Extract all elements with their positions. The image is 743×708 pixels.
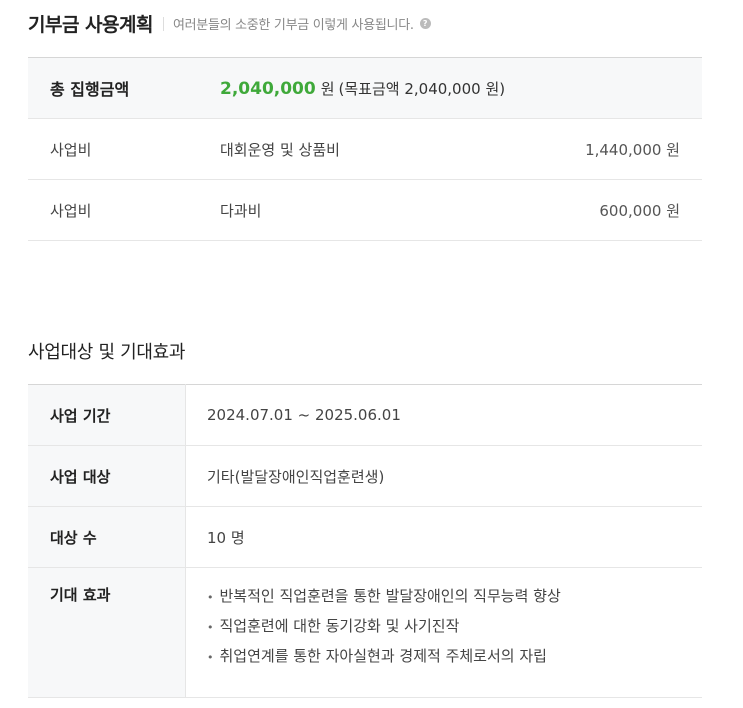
row-amount: 600,000 원 <box>464 179 702 241</box>
donation-plan-header: 기부금 사용계획 여러분들의 소중한 기부금 이렇게 사용됩니다. ? <box>28 10 431 37</box>
effect-label: 기대 효과 <box>28 567 186 698</box>
help-icon[interactable]: ? <box>419 18 431 29</box>
business-target-table: 사업 기간 2024.07.01 ~ 2025.06.01 사업 대상 기타(발… <box>28 384 702 698</box>
total-label: 총 집행금액 <box>28 57 220 119</box>
list-item: • 취업연계를 통한 자아실현과 경제적 주체로서의 자립 <box>207 642 702 672</box>
business-target-title: 사업대상 및 기대효과 <box>28 342 186 363</box>
donation-plan-title: 기부금 사용계획 <box>28 14 153 36</box>
row-amount: 1,440,000 원 <box>464 118 702 180</box>
total-value: 2,040,000 원 (목표금액 2,040,000 원) <box>220 57 702 119</box>
effect-text: 반복적인 직업훈련을 통한 발달장애인의 직무능력 향상 <box>219 587 561 605</box>
total-unit: 원 <box>320 79 335 98</box>
table-row: 기대 효과 • 반복적인 직업훈련을 통한 발달장애인의 직무능력 향상 • 직업훈… <box>28 567 702 698</box>
table-row: 대상 수 10 명 <box>28 506 702 568</box>
bullet-icon: • <box>207 621 214 634</box>
row-item: 대회운영 및 상품비 <box>220 118 465 180</box>
target-value: 기타(발달장애인직업훈련생) <box>185 445 702 507</box>
bullet-icon: • <box>207 591 214 604</box>
list-item: • 반복적인 직업훈련을 통한 발달장애인의 직무능력 향상 <box>207 582 702 612</box>
header-divider <box>162 16 164 31</box>
table-row: 사업비 대회운영 및 상품비 1,440,000 원 <box>28 118 702 180</box>
total-row: 총 집행금액 2,040,000 원 (목표금액 2,040,000 원) <box>28 57 702 119</box>
target-label: 사업 대상 <box>28 445 186 507</box>
list-item: • 직업훈련에 대한 동기강화 및 사기진작 <box>207 612 702 642</box>
effect-list: • 반복적인 직업훈련을 통한 발달장애인의 직무능력 향상 • 직업훈련에 대한 … <box>185 567 702 698</box>
period-value: 2024.07.01 ~ 2025.06.01 <box>185 384 702 446</box>
row-item: 다과비 <box>220 179 465 241</box>
table-row: 사업 대상 기타(발달장애인직업훈련생) <box>28 445 702 507</box>
table-row: 사업 기간 2024.07.01 ~ 2025.06.01 <box>28 384 702 446</box>
count-value: 10 명 <box>185 506 702 568</box>
total-amount: 2,040,000 <box>220 78 316 99</box>
goal-amount: (목표금액 2,040,000 원) <box>338 79 506 98</box>
effect-text: 취업연계를 통한 자아실현과 경제적 주체로서의 자립 <box>219 647 547 665</box>
row-category: 사업비 <box>28 179 220 241</box>
bullet-icon: • <box>207 651 214 664</box>
row-category: 사업비 <box>28 118 220 180</box>
count-label: 대상 수 <box>28 506 186 568</box>
effect-text: 직업훈련에 대한 동기강화 및 사기진작 <box>219 617 460 635</box>
donation-plan-subtitle: 여러분들의 소중한 기부금 이렇게 사용됩니다. <box>172 18 414 33</box>
period-label: 사업 기간 <box>28 384 186 446</box>
table-row: 사업비 다과비 600,000 원 <box>28 179 702 241</box>
donation-plan-table: 총 집행금액 2,040,000 원 (목표금액 2,040,000 원) 사업비 … <box>28 57 702 241</box>
